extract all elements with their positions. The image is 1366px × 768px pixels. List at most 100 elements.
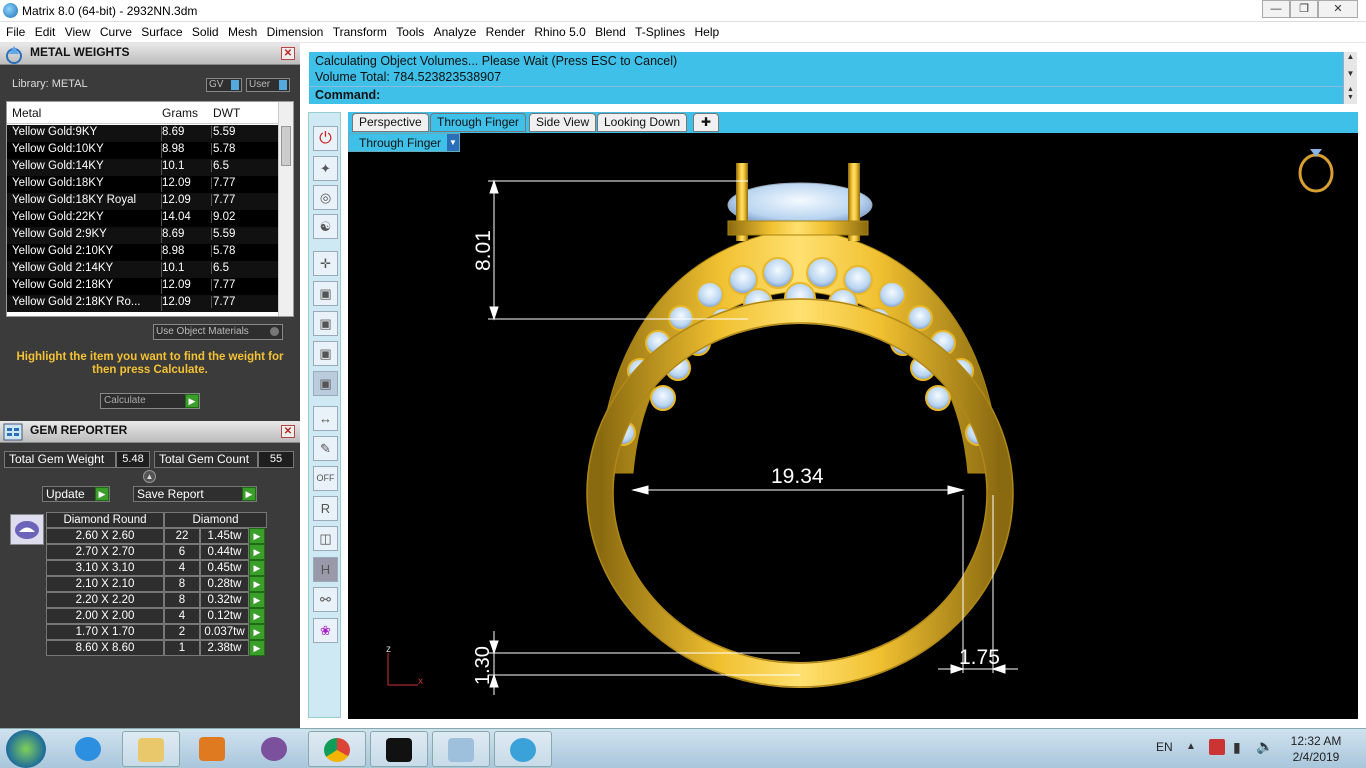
tab-perspective[interactable]: Perspective	[352, 113, 429, 132]
snap-r-icon[interactable]: R	[313, 496, 338, 521]
menu-view[interactable]: View	[65, 22, 91, 39]
select-gem-button[interactable]: ▶	[249, 560, 265, 576]
select-gem-button[interactable]: ▶	[249, 528, 265, 544]
menu-surface[interactable]: Surface	[141, 22, 182, 39]
user-toggle[interactable]: User	[246, 78, 290, 92]
taskbar-media[interactable]	[184, 731, 242, 767]
menu-dimension[interactable]: Dimension	[267, 22, 324, 39]
collapse-icon[interactable]: ▲	[143, 470, 156, 483]
select-gem-button[interactable]: ▶	[249, 608, 265, 624]
menu-transform[interactable]: Transform	[333, 22, 387, 39]
maximize-button[interactable]: ❐	[1290, 0, 1318, 18]
minimize-button[interactable]: —	[1262, 0, 1290, 18]
menu-rhino[interactable]: Rhino 5.0	[534, 22, 585, 39]
menu-curve[interactable]: Curve	[100, 22, 132, 39]
clock-time[interactable]: 12:32 AM	[1286, 734, 1346, 748]
cube-perspective-icon[interactable]: ▣	[313, 371, 338, 396]
taskbar-app[interactable]	[370, 731, 428, 767]
viewport[interactable]: Through Finger ▼ 8.01 19.34 1.30 1.75 z …	[348, 133, 1358, 719]
gv-toggle[interactable]: GV	[206, 78, 242, 92]
globe-icon[interactable]: ◎	[313, 185, 338, 210]
metal-row[interactable]: Yellow Gold 2:14KY 10.1 6.5	[7, 261, 279, 278]
cube-side-icon[interactable]: ▣	[313, 341, 338, 366]
close-window-button[interactable]: ✕	[1318, 0, 1358, 18]
metal-row[interactable]: Yellow Gold:14KY 10.1 6.5	[7, 159, 279, 176]
taskbar-ie[interactable]	[60, 731, 118, 767]
select-gem-button[interactable]: ▶	[249, 640, 265, 656]
gem-row[interactable]: 2.00 X 2.00 4 0.12tw ▶	[46, 608, 267, 624]
menu-help[interactable]: Help	[695, 22, 720, 39]
tab-through-finger[interactable]: Through Finger	[430, 113, 527, 132]
close-metal-panel-icon[interactable]: ✕	[281, 47, 295, 60]
window-title: Matrix 8.0 (64-bit) - 2932NN.3dm	[22, 4, 198, 18]
menu-solid[interactable]: Solid	[192, 22, 219, 39]
command-line[interactable]: Command:	[309, 86, 1343, 104]
clock-date[interactable]: 2/4/2019	[1286, 750, 1346, 764]
pencil-icon[interactable]: ✎	[313, 436, 338, 461]
settings-gear-icon[interactable]: ❀	[313, 618, 338, 643]
metal-row[interactable]: Yellow Gold:18KY Royal 12.09 7.77	[7, 193, 279, 210]
use-object-materials-button[interactable]: Use Object Materials	[153, 324, 283, 340]
network-icon[interactable]: ▮	[1233, 739, 1241, 756]
menu-blend[interactable]: Blend	[595, 22, 626, 39]
select-gem-button[interactable]: ▶	[249, 624, 265, 640]
nodes-icon[interactable]: ☯	[313, 214, 338, 239]
layers-icon[interactable]: ◫	[313, 526, 338, 551]
gem-row[interactable]: 2.70 X 2.70 6 0.44tw ▶	[46, 544, 267, 560]
language-indicator[interactable]: EN	[1156, 740, 1173, 754]
power-icon[interactable]: ⏻	[313, 126, 338, 151]
command-spinner[interactable]: ▲ ▼	[1343, 86, 1357, 104]
taskbar-chrome[interactable]	[308, 731, 366, 767]
menu-file[interactable]: File	[6, 22, 25, 39]
metal-row[interactable]: Yellow Gold:10KY 8.98 5.78	[7, 142, 279, 159]
add-tab-icon[interactable]: ✚	[693, 113, 719, 132]
menu-tools[interactable]: Tools	[396, 22, 424, 39]
update-button[interactable]: Update ▶	[42, 486, 110, 502]
menu-edit[interactable]: Edit	[35, 22, 56, 39]
metal-row[interactable]: Yellow Gold 2:18KY Ro... 12.09 7.77	[7, 295, 279, 312]
metal-row[interactable]: Yellow Gold:9KY 8.69 5.59	[7, 125, 279, 142]
pan-icon[interactable]: ✦	[313, 156, 338, 181]
flag-icon[interactable]	[1209, 739, 1225, 755]
volume-icon[interactable]: 🔈	[1256, 738, 1273, 755]
gem-row[interactable]: 3.10 X 3.10 4 0.45tw ▶	[46, 560, 267, 576]
tab-looking-down[interactable]: Looking Down	[597, 113, 688, 132]
menu-tsplines[interactable]: T-Splines	[635, 22, 685, 39]
taskbar-viber[interactable]	[246, 731, 304, 767]
metal-table-scrollbar[interactable]	[278, 102, 293, 316]
gem-row[interactable]: 2.10 X 2.10 8 0.28tw ▶	[46, 576, 267, 592]
gem-row[interactable]: 2.20 X 2.20 8 0.32tw ▶	[46, 592, 267, 608]
select-gem-button[interactable]: ▶	[249, 592, 265, 608]
calculate-button[interactable]: Calculate ▶	[100, 393, 200, 409]
gem-row[interactable]: 2.60 X 2.60 22 1.45tw ▶	[46, 528, 267, 544]
metal-row[interactable]: Yellow Gold:22KY 14.04 9.02	[7, 210, 279, 227]
hide-icon[interactable]: H	[313, 557, 338, 582]
tray-up-icon[interactable]: ▲	[1186, 741, 1196, 752]
axis-icon[interactable]: ✛	[313, 251, 338, 276]
metal-row[interactable]: Yellow Gold 2:18KY 12.09 7.77	[7, 278, 279, 295]
figure-icon[interactable]: ⚯	[313, 587, 338, 612]
menu-analyze[interactable]: Analyze	[434, 22, 477, 39]
cube-front-icon[interactable]: ▣	[313, 311, 338, 336]
taskbar-matrix[interactable]	[494, 731, 552, 767]
snap-off-icon[interactable]: OFF	[313, 466, 338, 491]
metal-row[interactable]: Yellow Gold:18KY 12.09 7.77	[7, 176, 279, 193]
dimension-icon[interactable]: ↔	[313, 406, 338, 431]
cube-top-icon[interactable]: ▣	[313, 281, 338, 306]
close-gem-panel-icon[interactable]: ✕	[281, 425, 295, 438]
taskbar-explorer[interactable]	[122, 731, 180, 767]
start-button[interactable]	[6, 730, 46, 768]
metal-row[interactable]: Yellow Gold 2:10KY 8.98 5.78	[7, 244, 279, 261]
save-report-button[interactable]: Save Report ▶	[133, 486, 257, 502]
menu-mesh[interactable]: Mesh	[228, 22, 257, 39]
taskbar-notes[interactable]	[432, 731, 490, 767]
metal-row[interactable]: Yellow Gold 2:9KY 8.69 5.59	[7, 227, 279, 244]
gem-row[interactable]: 1.70 X 1.70 2 0.037tw ▶	[46, 624, 267, 640]
select-gem-button[interactable]: ▶	[249, 576, 265, 592]
gem-row[interactable]: 8.60 X 8.60 1 2.38tw ▶	[46, 640, 267, 656]
tab-side-view[interactable]: Side View	[529, 113, 597, 132]
menu-render[interactable]: Render	[486, 22, 525, 39]
select-gem-button[interactable]: ▶	[249, 544, 265, 560]
history-scrollbar[interactable]: ▲ ▼	[1343, 52, 1357, 86]
diamond-thumbnail[interactable]	[10, 514, 44, 545]
